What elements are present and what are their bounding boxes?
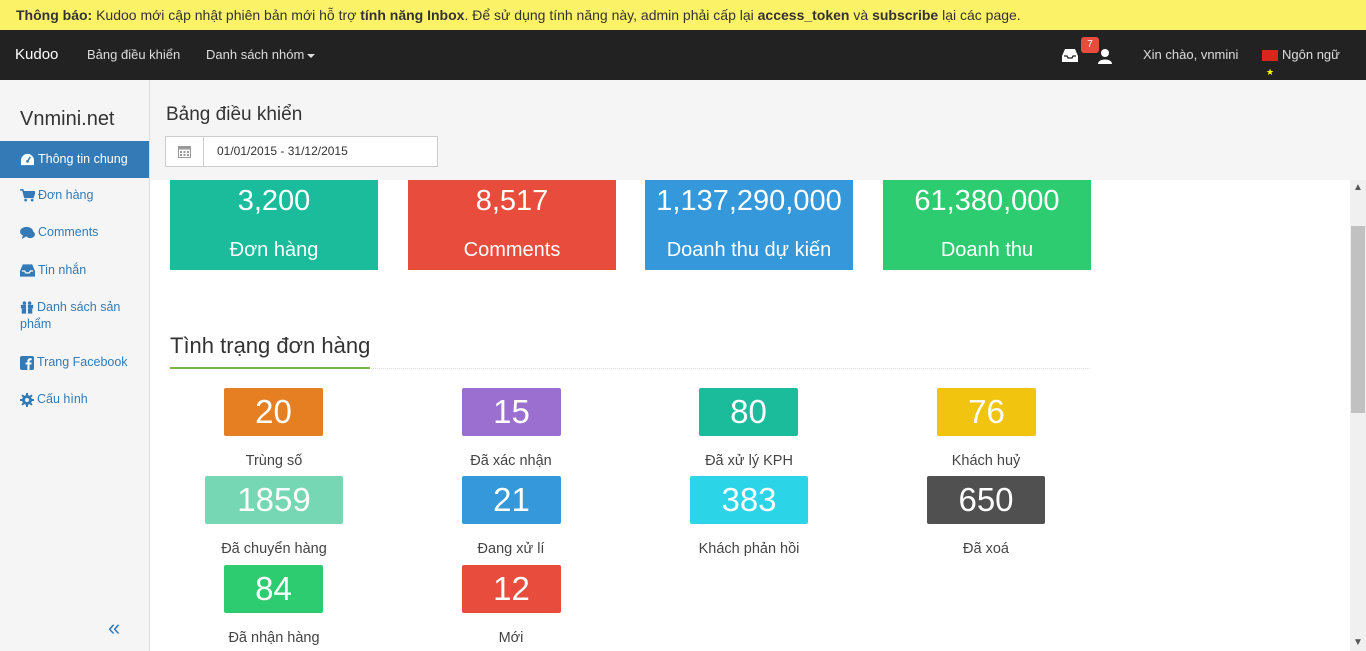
notice-token: access_token (757, 7, 850, 23)
calendar-icon (178, 146, 191, 158)
stat-label: Doanh thu (940, 239, 1034, 261)
stat-value: 3,200 (237, 185, 311, 217)
comments-icon (20, 227, 35, 240)
stat-label: Đơn hàng (229, 239, 319, 261)
gear-icon (20, 392, 34, 407)
sidebar-item-label: Trang Facebook (37, 355, 128, 369)
notice-prefix: Thông báo: (16, 7, 93, 23)
status-box-received[interactable]: 84 (224, 565, 323, 613)
language-dropdown[interactable]: Ngôn ngữ (1262, 30, 1340, 97)
inbox-icon[interactable] (1062, 49, 1078, 62)
stat-value: 1,137,290,000 (656, 185, 842, 217)
sidebar-item-label: Đơn hàng (38, 188, 94, 202)
status-box-new[interactable]: 12 (462, 565, 561, 613)
status-label-shipped: Đã chuyển hàng (221, 541, 327, 557)
section-title: Tình trạng đơn hàng (170, 333, 371, 358)
stat-expected-revenue: 1,137,290,000 Doanh thu dự kiến (645, 180, 853, 270)
nav-groups-label: Danh sách nhóm (206, 47, 305, 62)
sidebar-item-label: Thông tin chung (38, 152, 128, 166)
sidebar-item-messages[interactable]: Tin nhắn (0, 262, 149, 279)
nav-groups-dropdown[interactable]: Danh sách nhóm (206, 30, 316, 80)
date-range-input[interactable]: 01/01/2015 - 31/12/2015 (217, 137, 348, 166)
stat-value: 8,517 (475, 185, 549, 217)
gift-icon (20, 301, 34, 314)
facebook-icon (20, 355, 34, 370)
scroll-up-icon[interactable]: ▲ (1353, 183, 1363, 193)
top-navbar: Kudoo Bảng điều khiển Danh sách nhóm 7 X… (0, 30, 1366, 97)
sidebar-item-settings[interactable]: Cấu hình (0, 391, 149, 408)
status-label-processing: Đang xử lí (477, 541, 545, 557)
collapse-sidebar-button[interactable]: « (108, 615, 120, 641)
status-label-feedback: Khách phản hồi (698, 541, 800, 557)
sidebar-item-overview[interactable]: Thông tin chung (0, 141, 149, 178)
status-label-new: Mới (498, 630, 524, 646)
dashboard-icon (21, 154, 34, 166)
user-icon[interactable] (1097, 48, 1113, 64)
site-name: Vnmini.net (20, 108, 115, 130)
cart-icon (20, 189, 36, 202)
notice-subscribe: subscribe (872, 7, 939, 23)
vietnam-flag-icon (1262, 47, 1278, 97)
sidebar-item-comments[interactable]: Comments (0, 224, 149, 241)
status-box-feedback[interactable]: 383 (690, 476, 808, 524)
section-underline (170, 367, 370, 369)
status-label-duplicate: Trùng số (245, 453, 303, 469)
status-box-processed-kph[interactable]: 80 (699, 388, 798, 436)
sidebar-item-label: Cấu hình (37, 392, 88, 406)
page-title: Bảng điều khiển (166, 104, 303, 125)
stat-comments: 8,517 Comments (408, 180, 616, 270)
status-box-deleted[interactable]: 650 (927, 476, 1045, 524)
sidebar-item-label: Comments (38, 225, 99, 239)
stat-revenue: 61,380,000 Doanh thu (883, 180, 1091, 270)
status-box-processing[interactable]: 21 (462, 476, 561, 524)
notice-text-2: . Để sử dụng tính năng này, admin phải c… (464, 7, 758, 23)
status-box-confirmed[interactable]: 15 (462, 388, 561, 436)
status-box-duplicate[interactable]: 20 (224, 388, 323, 436)
sidebar-item-orders[interactable]: Đơn hàng (0, 187, 149, 204)
sidebar-item-label: Tin nhắn (38, 263, 87, 277)
status-label-customer-cancel: Khách huỷ (951, 453, 1021, 469)
sidebar-item-label: Danh sách sản phẩm (20, 300, 121, 331)
language-label: Ngôn ngữ (1282, 47, 1340, 62)
status-box-customer-cancel[interactable]: 76 (937, 388, 1036, 436)
inbox-icon (20, 264, 35, 277)
status-label-confirmed: Đã xác nhận (470, 453, 552, 469)
date-range-picker[interactable]: 01/01/2015 - 31/12/2015 (165, 136, 438, 167)
sidebar-item-products[interactable]: Danh sách sản phẩm (0, 299, 130, 333)
page-header: Bảng điều khiển 01/01/2015 - 31/12/2015 (150, 80, 1366, 180)
status-label-deleted: Đã xoá (963, 541, 1009, 557)
status-label-received: Đã nhận hàng (228, 630, 320, 646)
sidebar-item-facebook[interactable]: Trang Facebook (0, 354, 149, 371)
brand-link[interactable]: Kudoo (15, 30, 58, 80)
scroll-down-icon[interactable]: ▼ (1353, 638, 1363, 648)
notice-text-1: Kudoo mới cập nhật phiên bản mới hỗ trợ (92, 7, 361, 23)
vertical-scrollbar[interactable]: ▲ ▼ (1350, 180, 1366, 651)
stat-label: Doanh thu dự kiến (666, 239, 832, 261)
status-label-processed-kph: Đã xử lý KPH (705, 453, 793, 469)
main-content: 3,200 Đơn hàng 8,517 Comments 1,137,290,… (150, 180, 1350, 651)
greeting-link[interactable]: Xin chào, vnmini (1143, 30, 1238, 80)
stat-label: Comments (463, 239, 561, 261)
stat-orders: 3,200 Đơn hàng (170, 180, 378, 270)
caret-down-icon (307, 53, 316, 58)
status-box-shipped[interactable]: 1859 (205, 476, 343, 524)
notice-feature: tính năng Inbox (360, 7, 465, 23)
calendar-button[interactable] (166, 137, 204, 166)
stat-value: 61,380,000 (914, 185, 1060, 217)
notice-text-3: và (849, 7, 873, 23)
sidebar: Vnmini.net Thông tin chung Đơn hàng Comm… (0, 80, 150, 651)
scrollbar-thumb[interactable] (1351, 226, 1365, 413)
notice-text-4: lại các page. (938, 7, 1021, 23)
nav-dashboard[interactable]: Bảng điều khiển (87, 30, 180, 80)
notice-bar: Thông báo: Kudoo mới cập nhật phiên bản … (0, 0, 1366, 30)
